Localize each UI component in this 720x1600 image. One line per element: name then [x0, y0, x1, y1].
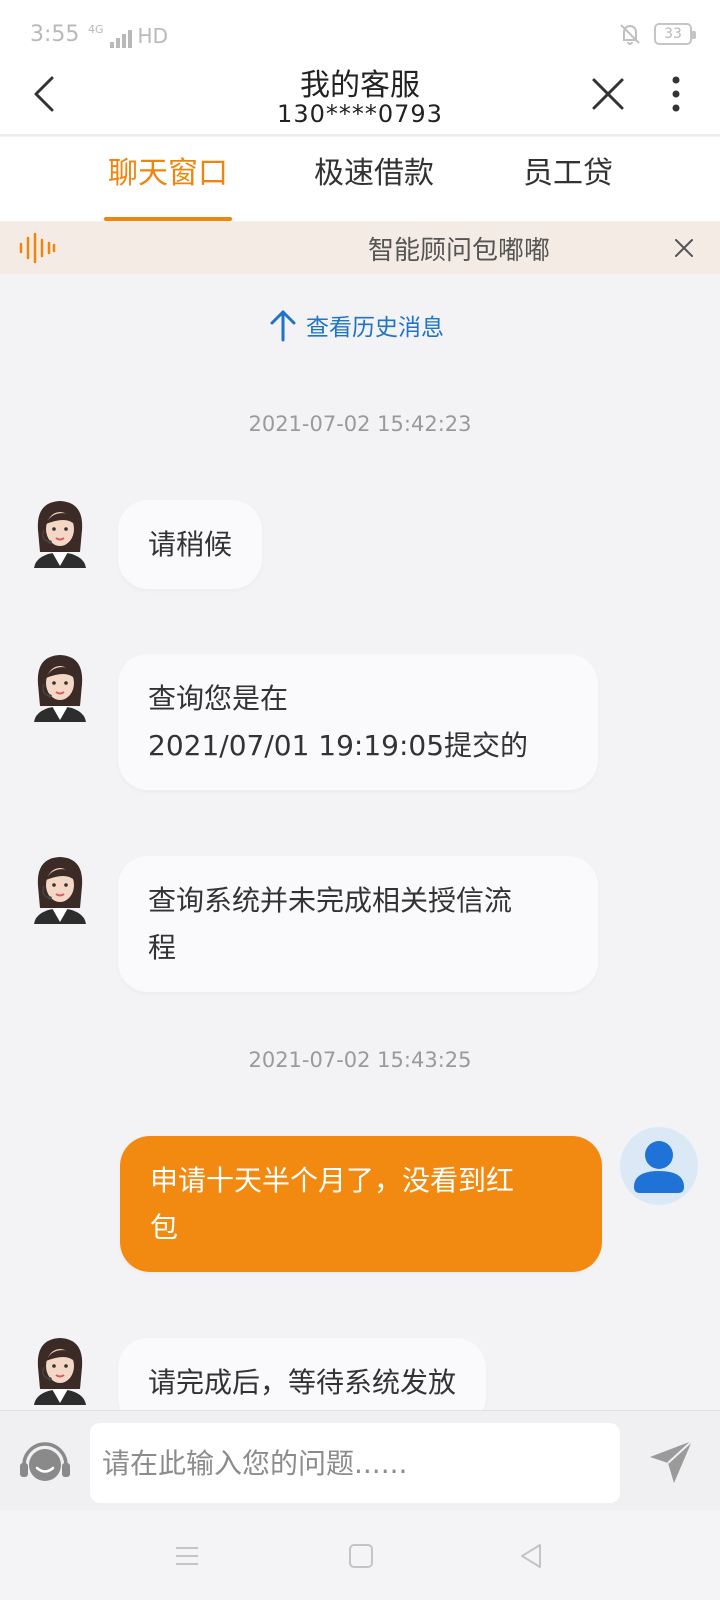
message-line: 2021/07/01 19:19:05提交的 [148, 729, 529, 762]
tab-employee-loan[interactable]: 员工贷 [520, 137, 616, 221]
system-nav-bar [0, 1511, 720, 1600]
message-timestamp: 2021-07-02 15:42:23 [248, 412, 472, 436]
message-line: 程 [148, 931, 177, 964]
home-icon[interactable] [346, 1541, 376, 1571]
menu-icon[interactable] [172, 1541, 202, 1571]
headset-icon [20, 1442, 70, 1481]
status-right: 33 [616, 22, 696, 46]
signal-bars-icon [109, 28, 132, 48]
close-icon [592, 78, 624, 110]
app-header: 我的客服 130****0793 [0, 56, 720, 136]
mute-vibrate-icon [620, 24, 640, 45]
agent-avatar [34, 655, 86, 722]
message-timestamp: 2021-07-02 15:43:25 [248, 1048, 472, 1072]
tab-chat-window[interactable]: 聊天窗口 [104, 137, 232, 221]
message-line: 查询您是在 [148, 682, 289, 715]
user-icon [634, 1141, 684, 1193]
voice-wave-icon [19, 232, 56, 264]
network-type: 4G [88, 23, 104, 36]
message-line: 包 [150, 1211, 179, 1244]
message-line: 查询系统并未完成相关授信流 [148, 884, 513, 917]
message-input[interactable] [90, 1423, 620, 1503]
notice-bar: 智能顾问包嘟嘟 [0, 222, 720, 274]
agent-message-bubble: 查询系统并未完成相关授信流 程 [118, 856, 598, 992]
notice-text: 智能顾问包嘟嘟 [368, 236, 551, 266]
send-button[interactable] [646, 1437, 696, 1487]
user-message-bubble: 申请十天半个月了，没看到红 包 [120, 1136, 602, 1272]
headset-button[interactable] [18, 1435, 72, 1487]
signal-indicator: 4G HD [88, 24, 168, 48]
more-vertical-icon [672, 76, 680, 112]
agent-message-bubble: 查询您是在 2021/07/01 19:19:05提交的 [118, 654, 598, 790]
agent-avatar [34, 1338, 86, 1405]
status-time: 3:55 [30, 22, 80, 47]
notice-close-icon[interactable] [672, 236, 696, 260]
user-avatar [620, 1127, 698, 1205]
message-line: 申请十天半个月了，没看到红 [150, 1164, 515, 1197]
arrow-up-icon [270, 310, 296, 342]
agent-avatar [34, 501, 86, 568]
back-triangle-icon[interactable] [516, 1541, 546, 1571]
close-button[interactable] [586, 72, 630, 116]
input-bar [0, 1410, 720, 1510]
agent-message-bubble: 请稍候 [118, 500, 263, 589]
more-button[interactable] [656, 72, 696, 116]
battery-icon: 33 [654, 23, 696, 45]
view-history-label: 查看历史消息 [306, 315, 444, 341]
tab-quick-loan[interactable]: 极速借款 [310, 137, 438, 221]
send-icon [650, 1440, 693, 1483]
hd-label: HD [137, 24, 168, 48]
agent-avatar [34, 857, 86, 924]
tab-bar: 聊天窗口 极速借款 员工贷 [0, 137, 720, 221]
view-history-link[interactable]: 查看历史消息 [268, 308, 444, 342]
